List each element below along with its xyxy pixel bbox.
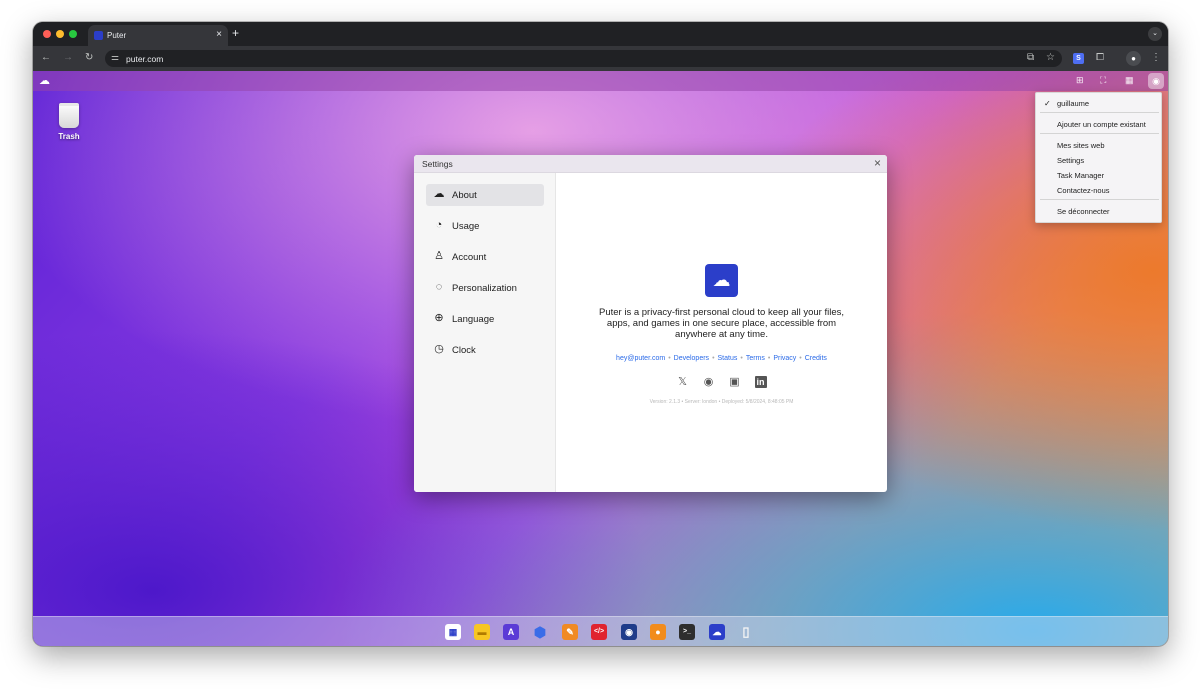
desktop-trash[interactable]: Trash (51, 103, 87, 141)
new-tab-button[interactable]: + (232, 26, 239, 40)
profile-avatar-icon[interactable]: ● (1126, 51, 1141, 66)
trash-icon (59, 103, 79, 128)
qr-code-icon[interactable]: ▦ (1125, 75, 1134, 86)
forward-icon[interactable]: → (63, 52, 73, 63)
email-link[interactable]: hey@puter.com (616, 355, 665, 362)
fullscreen-icon[interactable]: ⛶ (1100, 75, 1106, 86)
browser-menu-icon[interactable]: ⋮ (1151, 52, 1161, 63)
bookmark-star-icon[interactable]: ☆ (1046, 52, 1055, 63)
reload-icon[interactable]: ↻ (85, 52, 93, 63)
menu-item-current-user[interactable]: guillaume (1057, 99, 1089, 108)
taskbar: ▦ ▬ A ⬢ ✎ </> ◉ ● >_ ☁ ▯ (33, 616, 1168, 646)
gift-icon[interactable]: ⊞ (1076, 75, 1084, 86)
check-icon: ✓ (1044, 99, 1051, 108)
github-icon[interactable]: ◉ (703, 376, 715, 388)
palette-icon: ◌ (435, 281, 443, 293)
menu-item-task-manager[interactable]: Task Manager (1057, 171, 1104, 180)
url-text: puter.com (126, 54, 164, 64)
minimize-window-button[interactable] (56, 30, 64, 38)
terms-link[interactable]: Terms (746, 355, 765, 362)
cast-icon[interactable]: ⧉ (1027, 52, 1034, 63)
tab-title: Puter (107, 31, 127, 40)
privacy-link[interactable]: Privacy (773, 355, 796, 362)
menu-item-my-websites[interactable]: Mes sites web (1057, 141, 1105, 150)
x-icon[interactable]: 𝕏 (677, 376, 689, 388)
menu-divider (1040, 112, 1159, 113)
sidebar-item-label: Usage (452, 221, 480, 232)
discord-icon[interactable]: ▣ (729, 376, 741, 388)
menu-item-settings[interactable]: Settings (1057, 156, 1084, 165)
version-text: Version: 2.1.3 • Server: london • Deploy… (649, 399, 794, 405)
user-icon: ♙ (434, 250, 444, 262)
recorder-icon[interactable]: ● (650, 624, 666, 640)
puter-desktop: ☁ ⊞ ⛶ ▦ ◉ Trash Settings × ☁ About ◔ Usa… (33, 71, 1168, 646)
sidebar-item-label: Clock (452, 345, 476, 356)
sidebar-item-clock[interactable]: ◷ Clock (426, 339, 544, 361)
puter-favicon-icon (94, 31, 103, 40)
dev-center-icon[interactable]: ⬢ (532, 624, 548, 640)
app-grid-icon[interactable]: ▦ (445, 624, 461, 640)
site-info-icon[interactable]: ⚌ (111, 52, 119, 63)
sidebar-item-label: Language (452, 314, 495, 325)
editor-icon[interactable]: A (503, 624, 519, 640)
tab-search-button[interactable]: ⌄ (1148, 27, 1162, 41)
about-description: Puter is a privacy-first personal cloud … (599, 307, 844, 340)
browser-toolbar: ← → ↻ ⚌ puter.com ⧉ ☆ S ⧠ ● ⋮ (33, 46, 1168, 71)
sidebar-item-account[interactable]: ♙ Account (426, 246, 544, 268)
sidebar-item-about[interactable]: ☁ About (426, 184, 544, 206)
menu-item-add-account[interactable]: Ajouter un compte existant (1057, 120, 1146, 129)
puter-icon[interactable]: ☁ (709, 624, 725, 640)
sidebar-item-personalization[interactable]: ◌ Personalization (426, 277, 544, 299)
sidebar-item-label: Personalization (452, 283, 517, 294)
about-panel: ☁ Puter is a privacy-first personal clou… (556, 173, 887, 492)
close-icon[interactable]: × (874, 156, 881, 170)
draw-icon[interactable]: ✎ (562, 624, 578, 640)
extension-s-icon[interactable]: S (1073, 53, 1084, 64)
clock-icon: ◷ (434, 343, 444, 355)
camera-icon[interactable]: ◉ (621, 624, 637, 640)
puter-logo-icon: ☁ (433, 188, 445, 200)
sidebar-item-language[interactable]: ⊕ Language (426, 308, 544, 330)
user-options-icon[interactable]: ◉ (1148, 73, 1164, 89)
settings-title: Settings (422, 159, 453, 169)
zoom-window-button[interactable] (69, 30, 77, 38)
sidebar-item-label: About (452, 190, 477, 201)
credits-link[interactable]: Credits (805, 355, 827, 362)
browser-tab[interactable]: Puter × (88, 25, 228, 46)
browser-window: Puter × + ⌄ ← → ↻ ⚌ puter.com ⧉ ☆ S ⧠ ● … (33, 22, 1168, 646)
puter-logo-icon[interactable]: ☁ (39, 74, 50, 87)
sidebar-item-usage[interactable]: ◔ Usage (426, 215, 544, 237)
close-tab-button[interactable]: × (216, 29, 222, 40)
menu-item-logout[interactable]: Se déconnecter (1057, 207, 1110, 216)
settings-titlebar[interactable]: Settings × (414, 155, 887, 173)
trash-icon[interactable]: ▯ (738, 624, 754, 640)
menu-divider (1040, 133, 1159, 134)
settings-sidebar: ☁ About ◔ Usage ♙ Account ◌ Personalizat… (414, 173, 556, 492)
back-icon[interactable]: ← (41, 52, 51, 63)
globe-icon: ⊕ (434, 312, 444, 324)
menu-divider (1040, 199, 1159, 200)
address-bar[interactable]: ⚌ puter.com (105, 50, 1062, 67)
code-icon[interactable]: </> (591, 624, 607, 640)
puter-top-bar: ☁ ⊞ ⛶ ▦ ◉ (33, 71, 1168, 91)
social-links: 𝕏 ◉ ▣ in (556, 372, 887, 390)
puter-logo-icon: ☁ (705, 264, 738, 297)
sidebar-item-label: Account (452, 252, 487, 263)
files-icon[interactable]: ▬ (474, 624, 490, 640)
developers-link[interactable]: Developers (674, 355, 709, 362)
about-links: hey@puter.com • Developers • Status • Terms • Pr… (616, 355, 827, 362)
menu-item-contact[interactable]: Contactez-nous (1057, 186, 1110, 195)
gauge-icon: ◔ (435, 219, 443, 231)
trash-label: Trash (58, 132, 80, 141)
status-link[interactable]: Status (718, 355, 738, 362)
user-dropdown-menu: ✓ guillaume Ajouter un compte existant M… (1035, 92, 1162, 223)
close-window-button[interactable] (43, 30, 51, 38)
terminal-icon[interactable]: >_ (679, 624, 695, 640)
tab-strip: Puter × + ⌄ (33, 22, 1168, 46)
linkedin-icon[interactable]: in (754, 376, 767, 388)
settings-window: Settings × ☁ About ◔ Usage ♙ Account ◌ P… (414, 155, 887, 492)
extensions-puzzle-icon[interactable]: ⧠ (1096, 52, 1104, 63)
